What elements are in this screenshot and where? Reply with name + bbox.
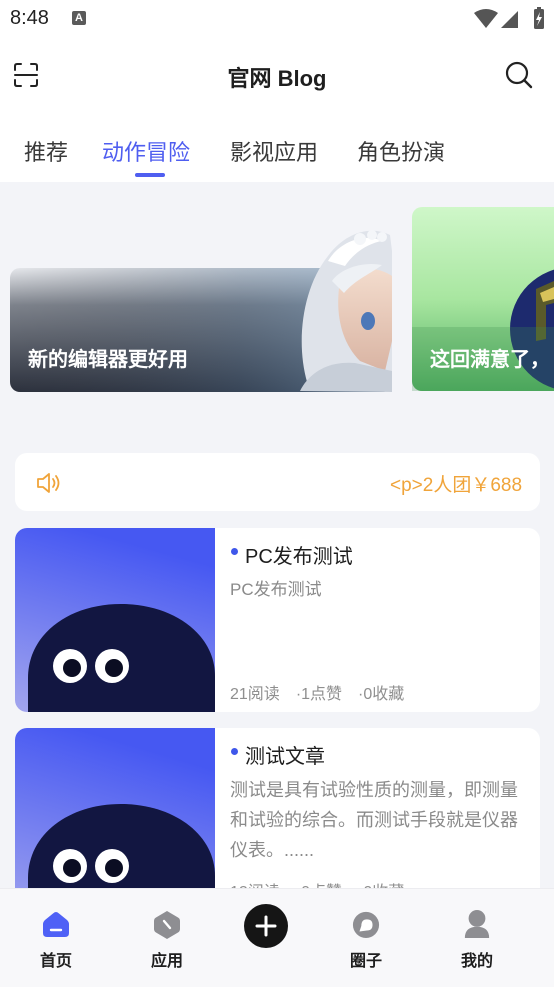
apps-icon bbox=[154, 911, 180, 939]
page-title: 官网 Blog bbox=[227, 66, 327, 91]
favorite-count: ·0收藏 bbox=[358, 686, 405, 703]
title-bullet bbox=[231, 748, 238, 755]
signal-icon bbox=[501, 11, 518, 28]
notice-text: <p>2人团￥688前 bbox=[390, 475, 523, 496]
article-summary: 测试是具有试验性质的测量，即测量和试验的综合。而测试手段就是仪器仪表。.....… bbox=[230, 780, 518, 860]
speaker-icon bbox=[37, 473, 60, 493]
home-icon bbox=[43, 912, 69, 937]
nav-item-profile[interactable]: 我的 bbox=[437, 889, 517, 987]
active-tab-indicator bbox=[135, 173, 165, 177]
circle-chat-icon bbox=[352, 911, 380, 938]
search-icon[interactable] bbox=[504, 60, 534, 90]
plus-icon bbox=[255, 915, 277, 937]
article-card[interactable]: PC发布测试 PC发布测试 21阅读 ·1点赞 ·0收藏 bbox=[15, 528, 540, 712]
profile-icon bbox=[464, 910, 490, 938]
notice-marquee: <p>2人团￥688前 bbox=[375, 453, 523, 511]
nav-label: 圈子 bbox=[349, 953, 382, 970]
banner-card[interactable]: 新的编辑器更好用 bbox=[10, 221, 392, 392]
notification-icon: A bbox=[72, 11, 86, 25]
banner-card[interactable]: 这回满意了， bbox=[412, 207, 554, 391]
article-title[interactable]: 测试文章 bbox=[245, 740, 325, 769]
article-summary: PC发布测试 bbox=[230, 580, 322, 599]
tab-film-apps[interactable]: 影视应用 bbox=[230, 135, 318, 167]
read-count: 21阅读 bbox=[230, 686, 280, 703]
wifi-icon bbox=[474, 9, 498, 28]
status-time: 8:48 bbox=[10, 7, 49, 29]
tab-role-play[interactable]: 角色扮演 bbox=[357, 135, 445, 167]
article-thumbnail bbox=[15, 528, 215, 712]
nav-item-home[interactable]: 首页 bbox=[16, 889, 96, 987]
article-title[interactable]: PC发布测试 bbox=[245, 540, 353, 569]
bottom-navigation: 首页 应用 圈子 我的 bbox=[0, 888, 554, 987]
tab-recommend[interactable]: 推荐 bbox=[24, 135, 68, 167]
create-post-button[interactable] bbox=[244, 904, 288, 948]
tab-action-adventure[interactable]: 动作冒险 bbox=[102, 135, 190, 167]
nav-item-apps[interactable]: 应用 bbox=[127, 889, 207, 987]
nav-label: 我的 bbox=[460, 953, 493, 970]
banner-title: 新的编辑器更好用 bbox=[28, 349, 188, 371]
banner-title: 这回满意了， bbox=[430, 349, 550, 371]
system-status-icons bbox=[474, 7, 544, 29]
notice-bar[interactable]: <p>2人团￥688前 bbox=[15, 453, 540, 511]
nav-item-circle[interactable]: 圈子 bbox=[326, 889, 406, 987]
nav-label: 应用 bbox=[150, 953, 183, 970]
title-bullet bbox=[231, 548, 238, 555]
nav-label: 首页 bbox=[39, 953, 72, 970]
article-stats: 21阅读 ·1点赞 ·0收藏 bbox=[230, 680, 404, 704]
like-count: ·1点赞 bbox=[295, 686, 343, 703]
battery-charging-icon bbox=[534, 7, 544, 29]
